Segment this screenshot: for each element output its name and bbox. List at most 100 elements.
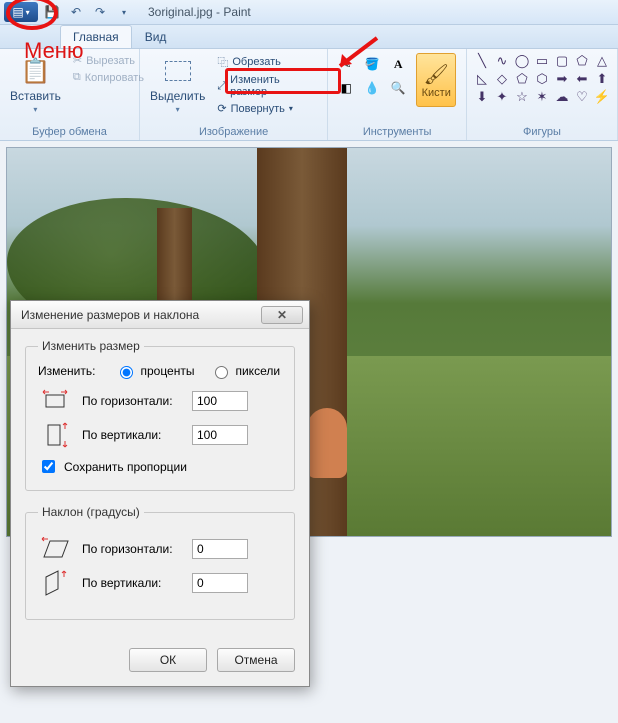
select-button[interactable]: Выделить ▾	[146, 53, 209, 116]
qat-customize[interactable]: ▾	[114, 2, 134, 22]
shape-star5[interactable]: ☆	[513, 89, 531, 105]
file-menu-button[interactable]: ▤ ▾	[4, 2, 38, 22]
ok-button[interactable]: ОК	[129, 648, 207, 672]
resize-h-label: По горизонтали:	[82, 394, 182, 408]
save-icon: 💾	[45, 5, 60, 19]
resize-h-input[interactable]	[192, 391, 248, 411]
group-shapes: ╲ ∿ ◯ ▭ ▢ ⬠ △ ◺ ◇ ⬠ ⬡ ➡ ⬅ ⬆ ⬇ ✦ ☆ ✶ ☁ ♡	[467, 49, 618, 140]
skew-v-input[interactable]	[192, 573, 248, 593]
shape-line[interactable]: ╲	[473, 53, 491, 69]
chevron-down-icon: ▾	[289, 104, 293, 113]
text-tool[interactable]: A	[386, 53, 410, 75]
select-icon	[165, 61, 191, 81]
resize-v-input[interactable]	[192, 425, 248, 445]
tab-home[interactable]: Главная	[60, 25, 132, 48]
shape-lightning[interactable]: ⚡	[593, 89, 611, 105]
resize-h-icon	[38, 389, 72, 413]
shape-star6[interactable]: ✶	[533, 89, 551, 105]
image-content	[307, 408, 347, 478]
chevron-down-icon: ▾	[33, 105, 37, 114]
select-label: Выделить	[150, 89, 205, 103]
dialog-close-button[interactable]: ✕	[261, 306, 303, 324]
change-by-label: Изменить:	[38, 364, 95, 378]
resize-icon: ⤢	[217, 80, 226, 93]
shape-pentagon[interactable]: ⬠	[513, 71, 531, 87]
radio-pixels[interactable]: пиксели	[210, 363, 280, 379]
brushes-button[interactable]: 🖌 Кисти	[416, 53, 456, 107]
radio-pixels-input[interactable]	[215, 366, 228, 379]
skew-h-label: По горизонтали:	[82, 542, 182, 556]
group-clipboard: 📋 Вставить ▾ ✂ Вырезать ⧉ Копировать Буф…	[0, 49, 140, 140]
shape-rtriangle[interactable]: ◺	[473, 71, 491, 87]
brush-icon: 🖌	[424, 62, 449, 87]
shape-arrow-l[interactable]: ⬅	[573, 71, 591, 87]
resize-v-label: По вертикали:	[82, 428, 182, 442]
skew-h-icon	[38, 537, 72, 561]
group-image-label: Изображение	[146, 124, 321, 138]
keep-aspect-label: Сохранить пропорции	[64, 460, 187, 474]
brushes-label: Кисти	[422, 87, 451, 99]
chevron-down-icon: ▾	[26, 8, 30, 17]
title-bar: ▤ ▾ 💾 ↶ ↷ ▾ 3original.jpg - Paint	[0, 0, 618, 25]
pencil-tool[interactable]: ✎	[334, 53, 358, 75]
shape-polygon[interactable]: ⬠	[573, 53, 591, 69]
radio-percent[interactable]: проценты	[115, 363, 194, 379]
shape-arrow-d[interactable]: ⬇	[473, 89, 491, 105]
resize-label: Изменить размер	[230, 74, 319, 98]
picker-tool[interactable]: 💧	[360, 77, 384, 99]
shape-callout[interactable]: ☁	[553, 89, 571, 105]
shape-arrow-r[interactable]: ➡	[553, 71, 571, 87]
redo-button[interactable]: ↷	[90, 2, 110, 22]
eraser-tool[interactable]: ◧	[334, 77, 358, 99]
paste-label: Вставить	[10, 89, 61, 103]
crop-button[interactable]: ⿻ Обрезать	[215, 53, 321, 71]
resize-fieldset: Изменить размер Изменить: проценты пиксе…	[25, 339, 295, 491]
cut-label: Вырезать	[86, 55, 135, 67]
shape-oval[interactable]: ◯	[513, 53, 531, 69]
resize-button[interactable]: ⤢ Изменить размер	[215, 73, 321, 99]
close-icon: ✕	[277, 308, 287, 322]
dialog-titlebar[interactable]: Изменение размеров и наклона ✕	[11, 301, 309, 329]
shape-curve[interactable]: ∿	[493, 53, 511, 69]
copy-button[interactable]: ⧉ Копировать	[71, 70, 146, 85]
copy-icon: ⧉	[73, 71, 81, 84]
save-button[interactable]: 💾	[42, 2, 62, 22]
undo-button[interactable]: ↶	[66, 2, 86, 22]
resize-skew-dialog: Изменение размеров и наклона ✕ Изменить …	[10, 300, 310, 687]
fill-tool[interactable]: 🪣	[360, 53, 384, 75]
shape-rect[interactable]: ▭	[533, 53, 551, 69]
copy-label: Копировать	[85, 72, 144, 84]
chevron-down-icon: ▾	[176, 105, 180, 114]
crop-icon: ⿻	[217, 54, 228, 70]
shape-star4[interactable]: ✦	[493, 89, 511, 105]
window-title: 3original.jpg - Paint	[148, 5, 251, 19]
tab-view[interactable]: Вид	[132, 25, 180, 48]
radio-percent-input[interactable]	[120, 366, 133, 379]
skew-v-icon	[38, 569, 72, 597]
shape-triangle[interactable]: △	[593, 53, 611, 69]
cancel-button[interactable]: Отмена	[217, 648, 295, 672]
shapes-gallery[interactable]: ╲ ∿ ◯ ▭ ▢ ⬠ △ ◺ ◇ ⬠ ⬡ ➡ ⬅ ⬆ ⬇ ✦ ☆ ✶ ☁ ♡	[473, 53, 611, 105]
shape-hexagon[interactable]: ⬡	[533, 71, 551, 87]
cut-button[interactable]: ✂ Вырезать	[71, 53, 146, 68]
skew-fieldset: Наклон (градусы) По горизонтали: По верт…	[25, 505, 295, 620]
paste-button[interactable]: 📋 Вставить ▾	[6, 53, 65, 116]
group-image: Выделить ▾ ⿻ Обрезать ⤢ Изменить размер …	[140, 49, 328, 140]
shape-arrow-u[interactable]: ⬆	[593, 71, 611, 87]
skew-h-input[interactable]	[192, 539, 248, 559]
zoom-tool[interactable]: 🔍	[386, 77, 410, 99]
shape-roundrect[interactable]: ▢	[553, 53, 571, 69]
dialog-title: Изменение размеров и наклона	[21, 308, 199, 322]
shape-heart[interactable]: ♡	[573, 89, 591, 105]
rotate-label: Повернуть	[231, 103, 285, 115]
skew-v-label: По вертикали:	[82, 576, 182, 590]
resize-legend: Изменить размер	[38, 339, 144, 353]
radio-percent-label: проценты	[140, 364, 194, 378]
group-tools: ✎ 🪣 A ◧ 💧 🔍 🖌 Кисти Инструменты	[328, 49, 467, 140]
paste-icon: 📋	[20, 57, 50, 86]
ribbon: 📋 Вставить ▾ ✂ Вырезать ⧉ Копировать Буф…	[0, 49, 618, 141]
rotate-button[interactable]: ⟳ Повернуть ▾	[215, 101, 321, 116]
ribbon-tabs: Главная Вид	[0, 25, 618, 49]
keep-aspect-checkbox[interactable]	[42, 460, 55, 473]
shape-diamond[interactable]: ◇	[493, 71, 511, 87]
